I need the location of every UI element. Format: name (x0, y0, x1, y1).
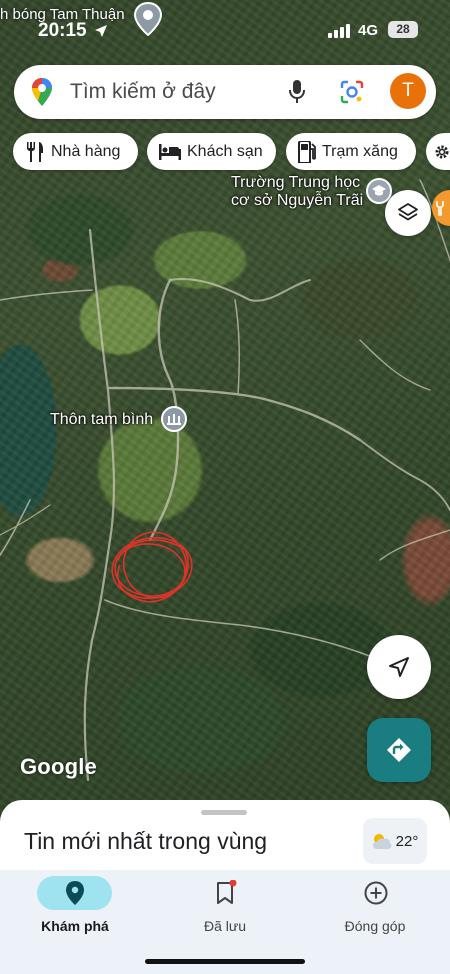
nav-explore[interactable]: Khám phá (0, 870, 150, 950)
weather-badge[interactable]: 22° (363, 818, 427, 864)
map-label-school[interactable]: Trường Trung học cơ sở Nguyễn Trãi (231, 174, 371, 210)
location-pin-icon (66, 881, 84, 905)
chip-restaurant-label: Nhà hàng (51, 142, 121, 160)
restaurant-pin-icon (436, 201, 444, 216)
location-arrow-icon (95, 25, 107, 37)
sheet-title: Tin mới nhất trong vùng (24, 828, 268, 854)
home-indicator[interactable] (145, 959, 305, 964)
google-attribution: Google (20, 754, 97, 779)
search-input[interactable]: Tìm kiếm ở đây (70, 80, 216, 104)
bookmark-icon (217, 880, 237, 904)
chip-gas-station[interactable]: Trạm xăng (286, 133, 416, 170)
status-time: 20:15 (38, 20, 87, 41)
lens-camera-icon[interactable] (340, 80, 364, 104)
add-circle-icon (364, 881, 388, 905)
search-bar[interactable]: Tìm kiếm ở đây T (14, 65, 436, 119)
layers-button[interactable] (385, 190, 431, 236)
network-type: 4G (358, 22, 379, 39)
bed-icon (159, 143, 181, 160)
chip-gas-station-label: Trạm xăng (322, 142, 398, 160)
chip-hotel-label: Khách sạn (187, 142, 263, 160)
microphone-icon[interactable] (288, 79, 306, 105)
chip-restaurant[interactable]: Nhà hàng (13, 133, 138, 170)
gas-station-icon (298, 140, 316, 163)
restaurant-icon (27, 141, 43, 162)
temperature: 22° (395, 832, 419, 850)
my-location-button[interactable] (367, 635, 431, 699)
status-bar: h bóng Tam Thuận 20:15 4G 28 (0, 0, 450, 52)
nav-contribute[interactable]: Đóng góp (300, 870, 450, 950)
signal-icon (328, 24, 350, 38)
navigation-arrow-icon (389, 657, 409, 677)
nav-explore-label: Khám phá (41, 918, 109, 934)
layers-icon (398, 203, 418, 221)
map-label-thon-tam-binh[interactable]: Thôn tam bình (50, 411, 153, 429)
sheet-drag-handle[interactable] (201, 810, 247, 815)
user-avatar[interactable]: T (390, 73, 426, 109)
maps-logo-icon (32, 78, 52, 106)
partly-cloudy-icon (372, 834, 391, 849)
battery-indicator: 28 (388, 21, 418, 38)
nav-saved-label: Đã lưu (203, 918, 247, 934)
directions-icon (387, 738, 411, 762)
nav-saved[interactable]: Đã lưu (150, 870, 300, 950)
chip-hotel[interactable]: Khách sạn (147, 133, 276, 170)
nav-contribute-label: Đóng góp (344, 918, 406, 934)
gear-icon (435, 145, 449, 158)
map-pin-icon (134, 2, 162, 36)
directions-button[interactable] (367, 718, 431, 782)
landmark-icon[interactable] (161, 406, 187, 432)
